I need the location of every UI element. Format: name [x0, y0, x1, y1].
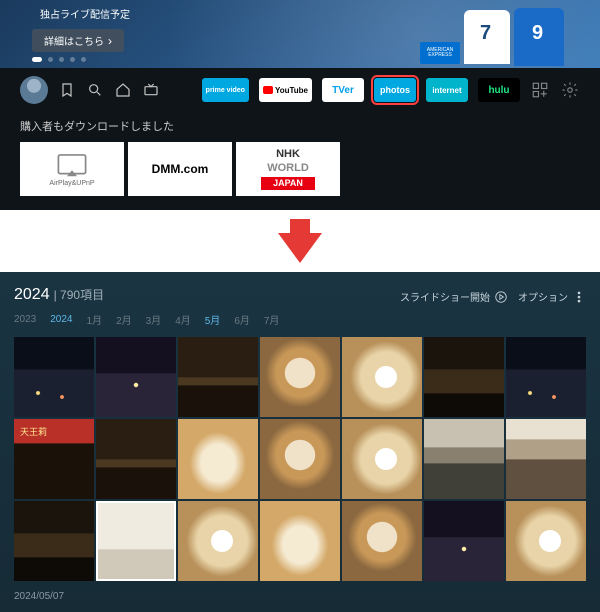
photo-thumb[interactable]	[96, 501, 176, 581]
tv-icon[interactable]	[142, 81, 160, 99]
slideshow-button[interactable]: スライドショー開始	[400, 289, 508, 304]
hero-player-graphic	[464, 10, 510, 64]
photo-thumb[interactable]	[342, 337, 422, 417]
app-tile-label: AirPlay&UPnP	[49, 180, 94, 187]
current-date-label: 2024/05/07	[14, 591, 586, 602]
month-filter[interactable]: 6月	[234, 312, 250, 327]
month-filter[interactable]: 1月	[87, 312, 103, 327]
app-tile-nhk[interactable]: NHK WORLD JAPAN	[236, 142, 340, 196]
down-arrow-icon	[278, 233, 322, 263]
app-youtube[interactable]: YouTube	[259, 78, 312, 102]
app-tver[interactable]: TVer	[322, 78, 364, 102]
search-icon[interactable]	[86, 81, 104, 99]
apps-grid-icon[interactable]	[530, 80, 550, 100]
transition-arrow	[0, 210, 600, 272]
month-filter[interactable]: 3月	[146, 312, 162, 327]
app-internet[interactable]: internet	[426, 78, 468, 102]
photo-thumb[interactable]	[178, 501, 258, 581]
month-filter[interactable]: 7月	[264, 312, 280, 327]
photo-thumb[interactable]	[96, 337, 176, 417]
photo-thumb[interactable]	[424, 337, 504, 417]
date-filter-row: 2023 2024 1月 2月 3月 4月 5月 6月 7月	[14, 312, 586, 327]
photo-thumb[interactable]	[342, 501, 422, 581]
photo-thumb[interactable]	[342, 419, 422, 499]
hero-badge: 独占ライブ配信予定	[40, 6, 130, 21]
photo-thumb[interactable]	[424, 419, 504, 499]
photo-thumb[interactable]	[260, 419, 340, 499]
month-filter[interactable]: 2月	[116, 312, 132, 327]
photos-title: 2024| 790項目	[14, 286, 104, 304]
month-filter[interactable]: 5月	[205, 312, 221, 327]
photo-thumb[interactable]	[506, 337, 586, 417]
section-label: 購入者もダウンロードしました	[0, 112, 600, 142]
photo-thumb[interactable]	[424, 501, 504, 581]
app-prime-video[interactable]: prime video	[202, 78, 249, 102]
app-tile-airplay[interactable]: AirPlay&UPnP	[20, 142, 124, 196]
photo-thumb[interactable]	[14, 419, 94, 499]
photo-thumb[interactable]	[506, 419, 586, 499]
year-filter-2023[interactable]: 2023	[14, 314, 36, 325]
hero-banner[interactable]: 独占ライブ配信予定 詳細はこちら AMERICAN EXPRESS	[0, 0, 600, 68]
photo-grid	[14, 337, 586, 581]
year-filter-2024[interactable]: 2024	[50, 314, 72, 325]
hero-pagination	[32, 57, 86, 62]
month-filter[interactable]: 4月	[175, 312, 191, 327]
options-button[interactable]: オプション	[518, 289, 586, 304]
profile-avatar[interactable]	[20, 76, 48, 104]
photo-thumb[interactable]	[178, 419, 258, 499]
home-icon[interactable]	[114, 81, 132, 99]
photo-thumb[interactable]	[506, 501, 586, 581]
app-tile-dmm[interactable]: DMM.com	[128, 142, 232, 196]
photo-thumb[interactable]	[96, 419, 176, 499]
app-hulu[interactable]: hulu	[478, 78, 520, 102]
photo-thumb[interactable]	[14, 501, 94, 581]
bookmark-icon[interactable]	[58, 81, 76, 99]
firetv-home-screen: 独占ライブ配信予定 詳細はこちら AMERICAN EXPRESS prime …	[0, 0, 600, 210]
sponsor-logo: AMERICAN EXPRESS	[420, 42, 460, 64]
photo-thumb[interactable]	[260, 501, 340, 581]
nav-row: prime video YouTube TVer photos internet…	[0, 68, 600, 112]
photos-app-screen: 2024| 790項目 スライドショー開始 オプション 2023 2024 1月…	[0, 272, 600, 612]
settings-gear-icon[interactable]	[560, 80, 580, 100]
downloads-row: AirPlay&UPnP DMM.com NHK WORLD JAPAN	[0, 142, 600, 210]
photo-thumb[interactable]	[178, 337, 258, 417]
photo-thumb[interactable]	[14, 337, 94, 417]
app-photos[interactable]: photos	[374, 78, 416, 102]
photo-thumb[interactable]	[260, 337, 340, 417]
hero-details-button[interactable]: 詳細はこちら	[32, 29, 124, 52]
hero-player-graphic	[514, 8, 564, 66]
